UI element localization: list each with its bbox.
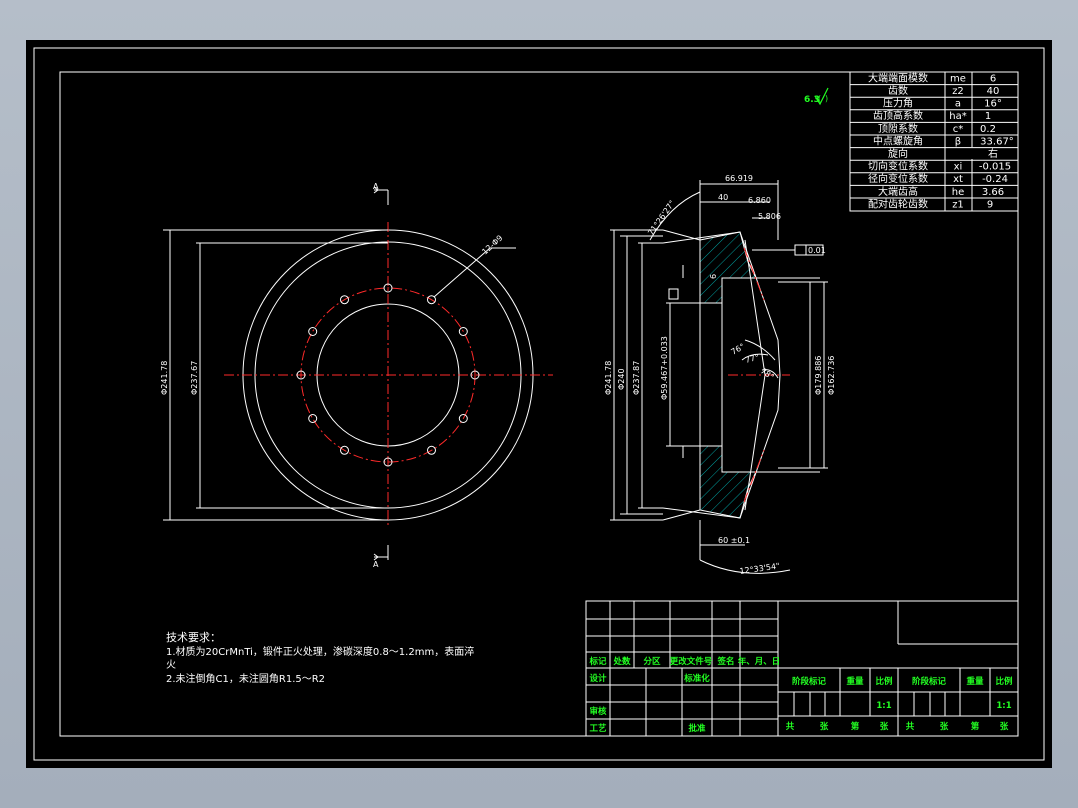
drawing-canvas: 大端端面模数 me 6 齿数 z2 40 压力角 a 16° 齿顶高系数 ha*… — [33, 47, 1045, 761]
param-value: 0.2 — [980, 124, 996, 135]
dim-6860: 6.860 — [748, 196, 771, 205]
tb-total-2: 共 — [906, 721, 915, 732]
tb-weight: 重量 — [846, 676, 864, 687]
tb-design: 设计 — [589, 673, 607, 684]
dim-40: 40 — [718, 193, 728, 202]
param-value: 9 — [987, 199, 993, 210]
dim-hole: Φ59.467+0.033 — [660, 336, 669, 400]
tb-scale: 比例 — [875, 676, 893, 687]
dim-right-1: Φ179.886 — [814, 356, 823, 395]
param-symbol: he — [952, 187, 965, 198]
bottom-note: 60 ±0.1 — [718, 536, 750, 545]
roughness-symbol: 6.3 ( ) — [804, 87, 829, 106]
tb-process: 工艺 — [589, 723, 607, 734]
tb-count: 处数 — [612, 656, 631, 667]
tb-sheets-2: 张 — [940, 722, 949, 732]
front-view: 12-Φ9 A A Φ241.78 Φ237.67 — [160, 182, 553, 569]
angle-face-2: 77° — [744, 353, 760, 365]
param-symbol: c* — [953, 124, 964, 135]
tb-review: 审核 — [589, 706, 607, 717]
param-name: 大端齿高 — [878, 185, 918, 198]
param-name: 配对齿轮齿数 — [868, 197, 928, 210]
section-mark-bottom: A — [373, 560, 379, 569]
param-name: 旋向 — [888, 147, 908, 160]
param-symbol: z1 — [952, 199, 964, 210]
param-symbol: xi — [954, 162, 963, 173]
technical-notes: 技术要求： 1.材质为20CrMnTi，锻件正火处理，渗碳深度0.8～1.2mm… — [166, 631, 474, 685]
param-symbol: me — [950, 74, 966, 85]
dim-240: Φ240 — [617, 368, 626, 390]
param-value: 33.67° — [980, 136, 1014, 147]
bolt-hole — [308, 414, 318, 423]
dim-outer-dia: Φ241.78 — [160, 361, 169, 395]
param-value: -0.015 — [979, 162, 1011, 173]
param-symbol: ha* — [949, 111, 966, 122]
param-name: 压力角 — [883, 97, 913, 110]
dim-right-2: Φ162.736 — [827, 356, 836, 395]
param-name: 齿顶高系数 — [873, 109, 923, 122]
param-symbol: β — [955, 136, 961, 147]
dim-inner-dia: Φ237.67 — [190, 361, 199, 395]
param-name: 切向变位系数 — [868, 160, 928, 173]
dim-237: Φ237.87 — [632, 361, 641, 395]
tb-sheets: 张 — [820, 722, 829, 732]
tb-total: 共 — [786, 721, 795, 732]
tb-sign: 签名 — [716, 656, 734, 667]
param-symbol: z2 — [952, 86, 964, 97]
param-name: 顶隙系数 — [878, 122, 918, 135]
tb-stage-mark-2: 阶段标记 — [912, 676, 947, 687]
param-value: 40 — [987, 86, 1000, 97]
svg-text:(: ( — [818, 94, 821, 103]
param-value: 3.66 — [982, 187, 1004, 198]
hole-note: 12-Φ9 — [480, 233, 504, 256]
notes-line-2: 2.未注倒角C1，未注圆角R1.5～R2 — [166, 672, 325, 685]
tb-approve: 批准 — [688, 723, 706, 734]
tb-no: 第 — [851, 721, 860, 732]
param-name: 大端端面模数 — [868, 72, 928, 85]
param-name: 中点螺旋角 — [873, 134, 923, 147]
cad-viewport[interactable]: 大端端面模数 me 6 齿数 z2 40 压力角 a 16° 齿顶高系数 ha*… — [26, 40, 1052, 768]
tb-weight-2: 重量 — [966, 676, 984, 687]
tb-scale-2: 比例 — [995, 676, 1013, 687]
notes-line-1: 1.材质为20CrMnTi，锻件正火处理，渗碳深度0.8～1.2mm，表面淬 — [166, 645, 474, 658]
tb-no-2: 第 — [971, 721, 980, 732]
notes-heading: 技术要求： — [166, 631, 221, 644]
tb-standard: 标准化 — [683, 673, 710, 684]
tb-scale-val: 1:1 — [876, 701, 891, 711]
tb-scale-val-2: 1:1 — [996, 701, 1011, 711]
title-block: 标记 处数 分区 更改文件号 签名 年、月、日 设计 标准化 审核 工艺 批准 … — [585, 600, 1019, 737]
param-name: 径向变位系数 — [868, 172, 928, 185]
param-value: 6 — [990, 74, 996, 85]
angle-top: 71°26'27" — [646, 199, 677, 237]
svg-text:): ) — [825, 94, 828, 103]
angle-face-3: 78° — [759, 366, 776, 382]
section-view: 66.919 40 6.860 5.806 71°26'27" 0.01 6 Φ… — [604, 174, 836, 576]
param-value: 1 — [985, 111, 991, 122]
tb-change-doc: 更改文件号 — [670, 656, 713, 667]
dim-5806: 5.806 — [758, 212, 781, 221]
tb-stage-mark: 阶段标记 — [792, 676, 827, 687]
small-label: 6 — [709, 274, 718, 279]
param-symbol: xt — [953, 174, 963, 185]
parameter-table: 大端端面模数 me 6 齿数 z2 40 压力角 a 16° 齿顶高系数 ha*… — [849, 71, 1019, 212]
angle-face-1: 76° — [730, 342, 747, 357]
tb-date: 年、月、日 — [738, 656, 781, 667]
param-name: 齿数 — [888, 84, 908, 97]
tb-sheet: 张 — [880, 722, 889, 732]
param-value: 16° — [984, 99, 1002, 110]
tb-zone: 分区 — [643, 656, 661, 667]
dim-241: Φ241.78 — [604, 361, 613, 395]
tb-sheet-2: 张 — [1000, 722, 1009, 732]
param-value: 右 — [988, 147, 998, 160]
tb-mark: 标记 — [588, 656, 607, 667]
bolt-hole — [308, 327, 318, 336]
section-mark-top: A — [373, 182, 379, 191]
dim-66: 66.919 — [725, 174, 753, 183]
param-value: -0.24 — [982, 174, 1008, 185]
tol-box: 0.01 — [808, 246, 826, 255]
param-symbol: a — [955, 99, 961, 110]
notes-line-1b: 火 — [166, 659, 176, 671]
